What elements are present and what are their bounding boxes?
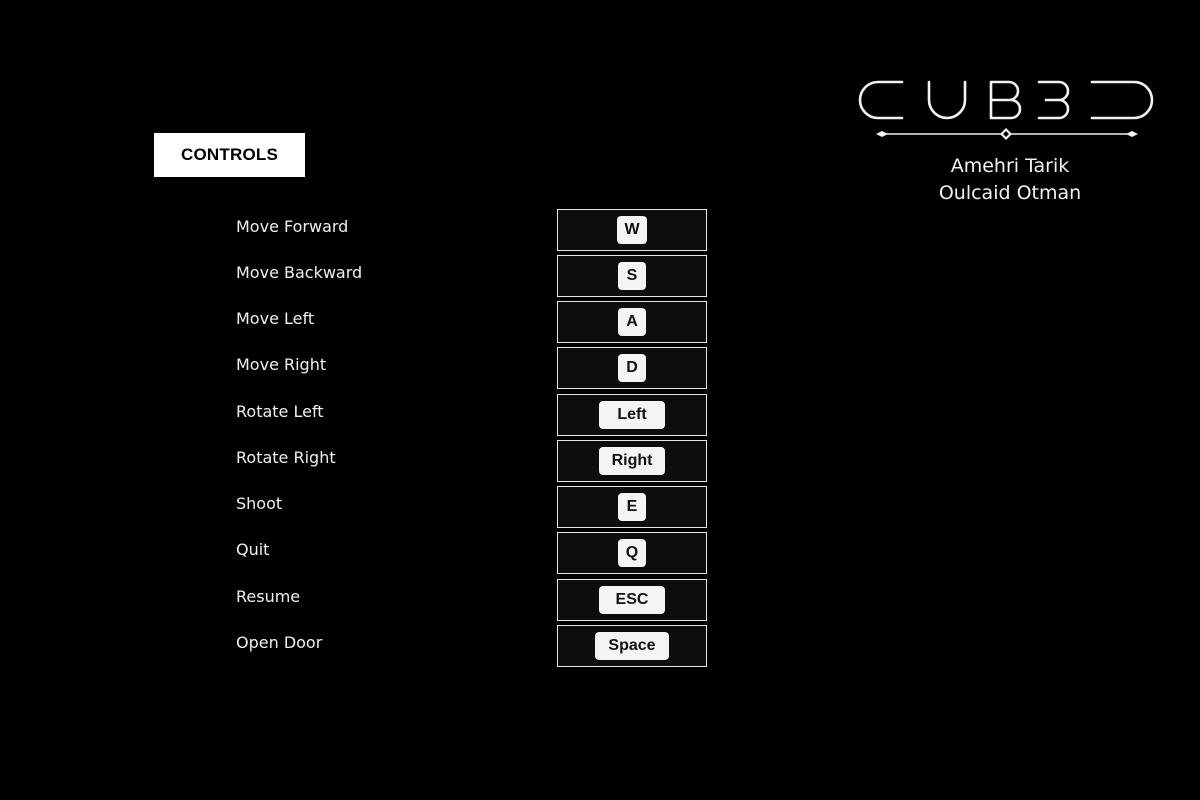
control-row-rotate-left: Rotate Left Left	[0, 394, 1200, 438]
action-label: Move Right	[236, 355, 327, 374]
controls-heading: CONTROLS	[154, 133, 305, 177]
key-cell: Right	[557, 440, 707, 482]
control-row-move-forward: Move Forward W	[0, 209, 1200, 253]
key-cell: Q	[557, 532, 707, 574]
key-cell: E	[557, 486, 707, 528]
keycap-s: S	[618, 262, 646, 290]
control-row-open-door: Open Door Space	[0, 625, 1200, 669]
key-cell: S	[557, 255, 707, 297]
control-row-move-right: Move Right D	[0, 347, 1200, 391]
key-cell: W	[557, 209, 707, 251]
keycap-q: Q	[618, 539, 646, 567]
control-row-quit: Quit Q	[0, 532, 1200, 576]
cub3d-logo	[858, 80, 1154, 140]
credits: Amehri Tarik Oulcaid Otman	[910, 153, 1110, 207]
keycap-esc: ESC	[599, 586, 665, 614]
control-row-resume: Resume ESC	[0, 579, 1200, 623]
controls-screen: CONTROLS Amehri Tarik Oulcaid Otman Move…	[0, 0, 1200, 800]
action-label: Move Forward	[236, 217, 349, 236]
keycap-left: Left	[599, 401, 665, 429]
keycap-d: D	[618, 354, 646, 382]
action-label: Shoot	[236, 494, 283, 513]
key-cell: A	[557, 301, 707, 343]
keycap-a: A	[618, 308, 646, 336]
control-row-rotate-right: Rotate Right Right	[0, 440, 1200, 484]
action-label: Rotate Left	[236, 402, 324, 421]
keycap-w: W	[617, 216, 647, 244]
control-row-shoot: Shoot E	[0, 486, 1200, 530]
keycap-right: Right	[599, 447, 665, 475]
action-label: Open Door	[236, 633, 323, 652]
action-label: Move Left	[236, 309, 315, 328]
controls-heading-label: CONTROLS	[181, 145, 278, 164]
control-row-move-backward: Move Backward S	[0, 255, 1200, 299]
action-label: Quit	[236, 540, 270, 559]
key-cell: ESC	[557, 579, 707, 621]
key-cell: Left	[557, 394, 707, 436]
control-row-move-left: Move Left A	[0, 301, 1200, 345]
author-name: Oulcaid Otman	[938, 182, 1082, 204]
keycap-e: E	[618, 493, 646, 521]
action-label: Rotate Right	[236, 448, 336, 467]
keycap-space: Space	[595, 632, 669, 660]
action-label: Resume	[236, 587, 301, 606]
key-cell: Space	[557, 625, 707, 667]
key-cell: D	[557, 347, 707, 389]
action-label: Move Backward	[236, 263, 363, 282]
author-name: Amehri Tarik	[950, 155, 1070, 177]
